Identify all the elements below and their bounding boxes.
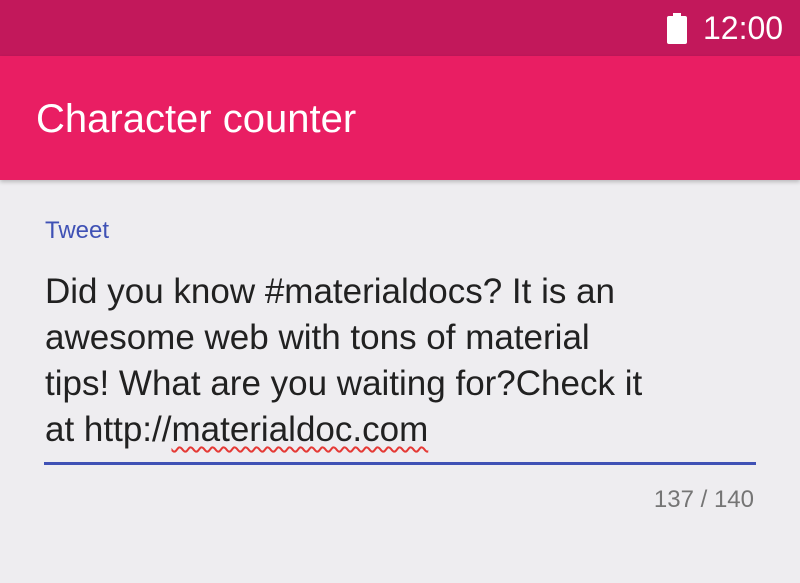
app-bar: Character counter [0,56,800,180]
app-title: Character counter [36,97,357,141]
tweet-text-prefix: at http:// [45,410,172,449]
tweet-text-line: tips! What are you waiting for?Check it [45,364,643,403]
input-underline [44,462,756,465]
tweet-text-line: awesome web with tons of material [45,318,590,357]
character-counter: 137 / 140 [653,486,754,513]
battery-icon [667,13,687,44]
status-time: 12:00 [703,10,784,46]
tweet-field-label: Tweet [45,217,110,244]
misspelled-word: materialdoc.com [171,410,429,449]
content: Tweet Did you know #materialdocs? It is … [0,180,800,583]
tweet-text-line: Did you know #materialdocs? It is an [45,272,615,311]
tweet-input[interactable]: Did you know #materialdocs? It is an awe… [45,269,757,453]
status-bar: 12:00 [0,0,800,56]
tweet-text-line-last: at http://materialdoc.com [45,407,757,453]
